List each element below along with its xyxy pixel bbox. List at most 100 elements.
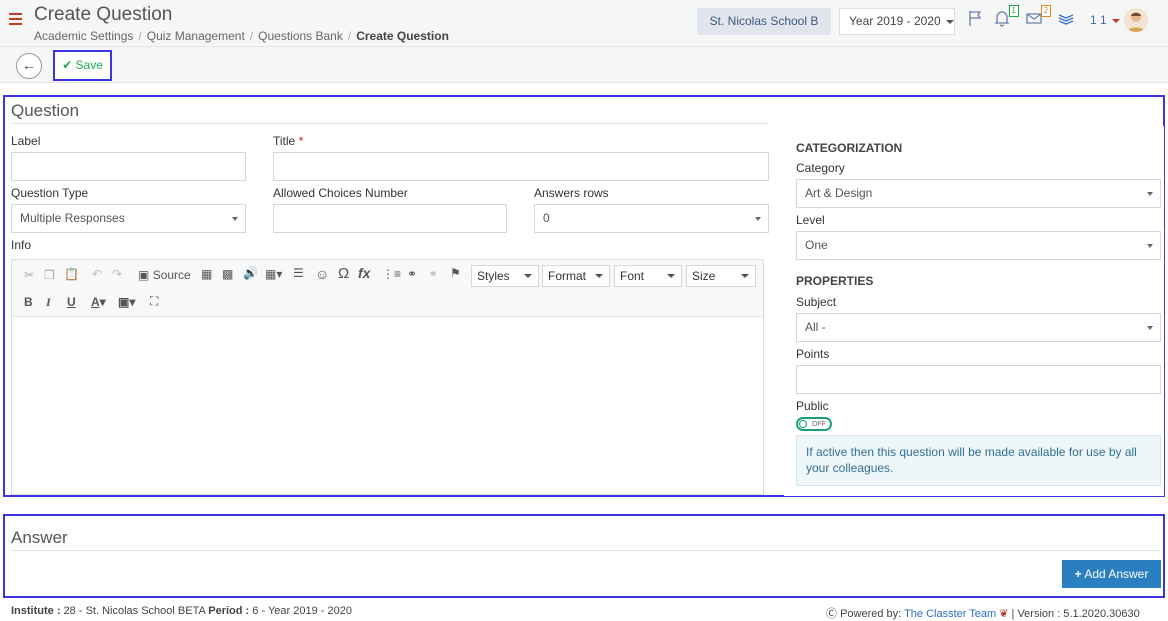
smiley-icon[interactable]: ☺ <box>315 266 329 282</box>
powered-label: Powered by: <box>840 608 902 620</box>
properties-heading: PROPERTIES <box>796 274 874 288</box>
category-select[interactable]: Art & Design <box>796 179 1161 208</box>
answers-rows-value: 0 <box>543 211 550 225</box>
divider <box>11 550 1161 551</box>
maximize-icon[interactable]: ⛶ <box>150 294 158 309</box>
styles-dropdown[interactable]: Styles <box>471 265 539 287</box>
special-char-icon[interactable]: Ω <box>338 265 349 282</box>
format-dropdown[interactable]: Format <box>542 265 610 287</box>
check-icon: ✔ <box>62 58 73 72</box>
level-label: Level <box>796 213 825 227</box>
size-label: Size <box>692 269 716 283</box>
breadcrumb-current: Create Question <box>356 29 449 43</box>
horizontal-line-icon[interactable]: ☰ <box>293 266 304 280</box>
mail-badge: 2 <box>1040 5 1051 17</box>
title-label-text: Title <box>273 134 296 148</box>
chevron-down-icon <box>232 217 238 221</box>
footer-powered: Ⓒ Powered by: The Classter Team ❦ | Vers… <box>826 605 1140 621</box>
answers-rows-select[interactable]: 0 <box>534 204 769 233</box>
italic-icon[interactable]: I <box>46 295 51 310</box>
source-label: Source <box>152 268 191 282</box>
math-formula-icon[interactable]: fx <box>358 265 370 281</box>
team-link[interactable]: The Classter Team <box>904 608 996 620</box>
anchor-flag-icon[interactable]: ⚑ <box>450 266 461 280</box>
chevron-down-icon <box>741 274 749 278</box>
question-type-value: Multiple Responses <box>20 211 125 225</box>
back-button[interactable]: ← <box>16 53 42 79</box>
chevron-down-icon <box>667 274 675 278</box>
underline-icon[interactable]: U <box>67 295 76 309</box>
copy-icon[interactable]: ❐ <box>44 268 55 282</box>
chevron-down-icon <box>1147 326 1153 330</box>
add-answer-label: Add Answer <box>1084 567 1149 581</box>
chevron-down-icon <box>945 19 954 24</box>
public-toggle[interactable]: OFF <box>796 417 832 431</box>
points-input[interactable] <box>796 365 1161 394</box>
breadcrumb-quiz-management[interactable]: Quiz Management <box>147 29 245 43</box>
font-label: Font <box>620 269 645 283</box>
breadcrumb-academic-settings[interactable]: Academic Settings <box>34 29 133 43</box>
image-icon[interactable]: ▦ <box>201 267 212 281</box>
chevron-down-icon <box>755 217 761 221</box>
undo-icon[interactable]: ↶ <box>92 267 102 281</box>
page-title: Create Question <box>34 4 173 25</box>
year-selector[interactable]: Year 2019 - 2020 <box>839 8 955 35</box>
font-dropdown[interactable]: Font <box>614 265 682 287</box>
toggle-knob <box>799 420 807 428</box>
editor-toolbar: ✂ ❐ 📋 ↶ ↷ ▣ Source ▦ ▩ 🔊 ▦▾ ☰ ☺ Ω fx ⋮≡ … <box>12 260 763 317</box>
link-icon[interactable]: ⚭ <box>407 267 417 281</box>
top-header: Create Question Academic Settings / Quiz … <box>0 0 1168 47</box>
allowed-choices-input[interactable] <box>273 204 507 233</box>
level-select[interactable]: One <box>796 231 1161 260</box>
save-label: Save <box>75 58 103 72</box>
audio-icon[interactable]: 🔊 <box>243 266 258 280</box>
year-label: Year 2019 - 2020 <box>849 14 941 28</box>
title-field-label: Title * <box>273 134 303 148</box>
action-toolbar: ← ✔ Save <box>0 47 1168 83</box>
copyright-icon: Ⓒ <box>826 608 837 620</box>
layers-icon[interactable] <box>1057 9 1077 29</box>
avatar[interactable] <box>1124 8 1148 32</box>
institute-label: Institute : <box>11 605 61 617</box>
classter-logo-icon: ❦ <box>999 608 1009 620</box>
school-selector[interactable]: St. Nicolas School B <box>697 8 831 35</box>
hamburger-menu-icon[interactable] <box>9 13 22 25</box>
subject-select[interactable]: All - <box>796 313 1161 342</box>
table-icon[interactable]: ▦▾ <box>265 267 282 281</box>
rich-text-editor: ✂ ❐ 📋 ↶ ↷ ▣ Source ▦ ▩ 🔊 ▦▾ ☰ ☺ Ω fx ⋮≡ … <box>11 259 764 495</box>
notification-badge: 1 <box>1008 5 1019 17</box>
footer-institute: Institute : 28 - St. Nicolas School BETA… <box>11 605 352 617</box>
format-label: Format <box>548 269 587 283</box>
chevron-down-icon <box>1111 18 1120 23</box>
redo-icon[interactable]: ↷ <box>112 267 122 281</box>
required-mark: * <box>298 134 304 148</box>
chevron-down-icon <box>1147 192 1153 196</box>
bell-icon[interactable]: 1 <box>993 5 1019 29</box>
answer-section-title: Answer <box>11 528 68 547</box>
institute-value: 28 - St. Nicolas School BETA <box>63 605 206 617</box>
cut-icon[interactable]: ✂ <box>24 268 34 282</box>
text-color-icon[interactable]: A▾ <box>91 295 106 309</box>
bold-icon[interactable]: B <box>24 295 33 309</box>
user-menu[interactable]: 1 1 <box>1090 13 1120 27</box>
background-color-icon[interactable]: ▣▾ <box>118 295 135 309</box>
label-input[interactable] <box>11 152 246 181</box>
title-input[interactable] <box>273 152 769 181</box>
flag-icon[interactable] <box>967 9 987 29</box>
mail-icon[interactable]: 2 <box>1025 5 1051 29</box>
subject-value: All - <box>805 320 826 334</box>
source-button[interactable]: ▣ Source <box>138 268 191 282</box>
paste-icon[interactable]: 📋 <box>64 267 79 281</box>
breadcrumb-questions-bank[interactable]: Questions Bank <box>258 29 343 43</box>
save-button[interactable]: ✔ Save <box>53 50 112 81</box>
unlink-icon[interactable]: ⚭ <box>428 267 438 281</box>
footer: Institute : 28 - St. Nicolas School BETA… <box>0 600 1168 621</box>
add-answer-button[interactable]: + Add Answer <box>1062 560 1161 588</box>
plus-icon: + <box>1074 567 1082 581</box>
chevron-down-icon <box>524 274 532 278</box>
picture-icon[interactable]: ▩ <box>222 267 233 281</box>
size-dropdown[interactable]: Size <box>686 265 756 287</box>
list-icon[interactable]: ⋮≡ <box>382 267 401 281</box>
question-type-select[interactable]: Multiple Responses <box>11 204 246 233</box>
arrow-left-icon: ← <box>22 57 36 73</box>
